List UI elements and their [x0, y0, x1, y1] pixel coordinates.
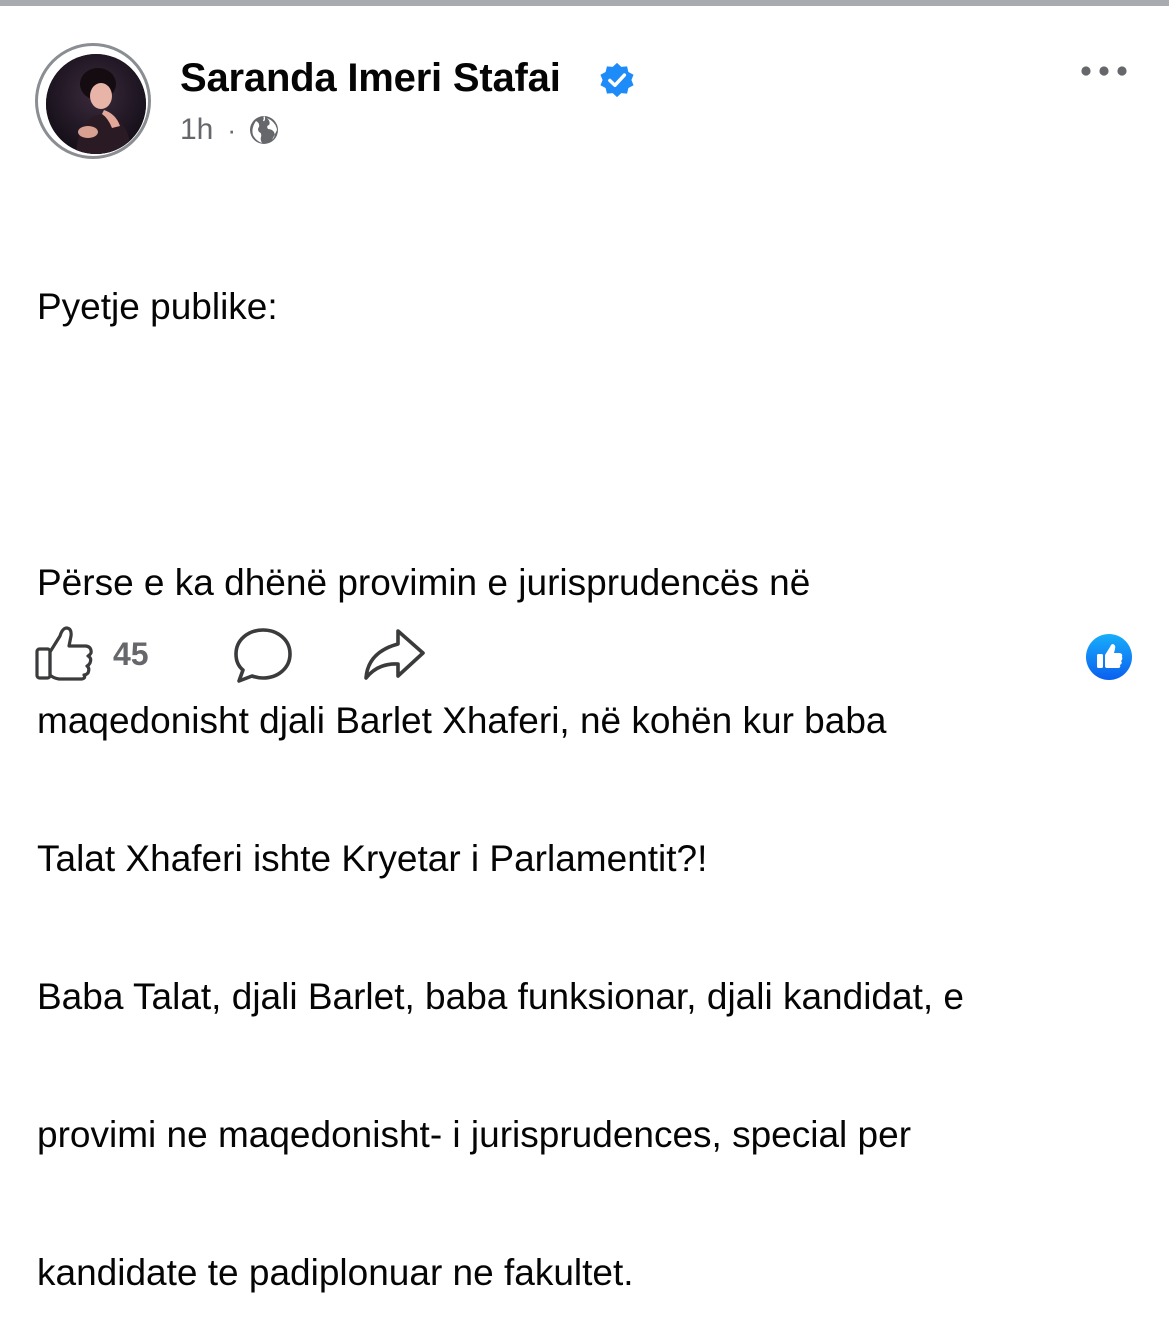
post-line: provimi ne maqedonisht- i jurisprudences… — [37, 1114, 912, 1155]
more-options-icon[interactable] — [1078, 55, 1130, 87]
post-line: Baba Talat, djali Barlet, baba funksiona… — [37, 976, 964, 1017]
meta-separator: · — [227, 114, 237, 145]
share-icon[interactable] — [362, 626, 426, 682]
post-line: maqedonisht djali Barlet Xhaferi, në koh… — [37, 700, 887, 741]
author-name[interactable]: Saranda Imeri Stafai — [180, 56, 561, 101]
post-line: Talat Xhaferi ishte Kryetar i Parlamenti… — [37, 838, 708, 879]
post-line: Pyetje publike: — [37, 286, 278, 327]
thumbs-up-icon[interactable] — [33, 624, 95, 682]
post-time[interactable]: 1h — [180, 113, 213, 147]
top-divider — [0, 0, 1169, 6]
post-line-blank — [37, 422, 1147, 468]
like-count[interactable]: 45 — [113, 636, 149, 673]
post-line: Përse e ka dhënë provimin e jurisprudenc… — [37, 562, 811, 603]
post-meta: 1h · — [180, 112, 280, 148]
verified-badge-icon — [600, 62, 634, 98]
avatar[interactable] — [46, 54, 146, 154]
post-line: kandidate te padiplonuar ne fakultet. — [37, 1252, 634, 1293]
globe-icon[interactable] — [248, 114, 280, 146]
like-reaction-icon[interactable] — [1085, 633, 1133, 681]
post-body: Pyetje publike: Përse e ka dhënë provimi… — [37, 192, 1147, 1342]
comment-icon[interactable] — [232, 626, 294, 684]
